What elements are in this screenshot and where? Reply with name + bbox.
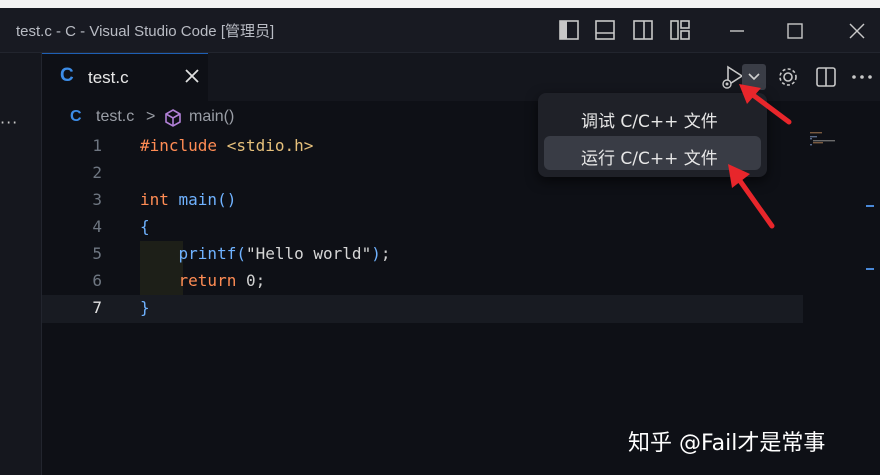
line-number: 3 bbox=[92, 190, 102, 209]
minimize-icon[interactable] bbox=[722, 16, 752, 46]
code-token: ) bbox=[371, 244, 381, 263]
customize-layout-icon[interactable] bbox=[668, 18, 692, 42]
layout-sidebar-right-icon[interactable] bbox=[631, 18, 655, 42]
line-number: 7 bbox=[92, 298, 102, 317]
code-token: printf bbox=[178, 244, 237, 263]
annotation-arrow-icon bbox=[739, 84, 792, 125]
watermark: 知乎 @Fail才是常事 bbox=[628, 431, 826, 456]
annotation-arrow-icon bbox=[728, 164, 775, 229]
scrollbar-marker bbox=[866, 268, 874, 270]
code-line[interactable]: 5 printf("Hello world"); bbox=[42, 240, 802, 267]
breadcrumb-symbol[interactable]: main() bbox=[189, 108, 234, 126]
line-number: 1 bbox=[92, 136, 102, 155]
code-token: main bbox=[178, 190, 218, 209]
split-editor-icon[interactable] bbox=[812, 63, 840, 91]
code-text: return 0; bbox=[140, 271, 266, 290]
menu-item-label: 运行 C/C++ 文件 bbox=[581, 149, 718, 169]
line-number: 4 bbox=[92, 217, 102, 236]
breadcrumb-c-icon: C bbox=[70, 108, 82, 125]
close-window-icon[interactable] bbox=[842, 16, 872, 46]
code-line[interactable]: 7} bbox=[42, 294, 802, 321]
code-token: { bbox=[140, 217, 150, 236]
menu-item-label: 调试 C/C++ 文件 bbox=[581, 112, 718, 132]
code-line[interactable]: 6 return 0; bbox=[42, 267, 802, 294]
code-token: <stdio.h> bbox=[226, 136, 314, 155]
breadcrumb-file[interactable]: test.c bbox=[96, 108, 134, 126]
code-line[interactable]: 3 int main() bbox=[42, 186, 802, 213]
top-strip bbox=[0, 0, 880, 8]
layout-sidebar-left-icon[interactable] bbox=[557, 18, 581, 42]
code-token: () bbox=[217, 190, 237, 209]
code-text: int main() bbox=[140, 190, 236, 209]
window-title: test.c - C - Visual Studio Code [管理员] bbox=[16, 23, 275, 40]
menu-item-debug-cpp[interactable]: 调试 C/C++ 文件 bbox=[544, 99, 761, 133]
line-number: 6 bbox=[92, 271, 102, 290]
code-token: } bbox=[140, 298, 150, 317]
close-tab-icon[interactable] bbox=[182, 66, 202, 86]
code-text: printf("Hello world"); bbox=[140, 244, 391, 263]
code-line[interactable]: 4{ bbox=[42, 213, 802, 240]
code-token: return bbox=[178, 271, 246, 290]
code-text: { bbox=[140, 217, 150, 236]
activity-more-icon[interactable]: ··· bbox=[0, 113, 18, 132]
minimap[interactable] bbox=[810, 132, 840, 152]
more-actions-icon[interactable] bbox=[848, 63, 876, 91]
line-number: 5 bbox=[92, 244, 102, 263]
code-text: } bbox=[140, 298, 150, 317]
code-token: "Hello world" bbox=[245, 244, 372, 263]
code-token: 0; bbox=[245, 271, 266, 290]
scrollbar-marker bbox=[866, 205, 874, 207]
layout-panel-icon[interactable] bbox=[593, 18, 617, 42]
code-token: ( bbox=[236, 244, 246, 263]
activity-bar: ··· bbox=[0, 53, 42, 475]
symbol-method-icon bbox=[165, 109, 181, 127]
maximize-icon[interactable] bbox=[780, 16, 810, 46]
code-token: int bbox=[140, 190, 179, 209]
tab-test-c[interactable]: C test.c bbox=[42, 53, 208, 102]
code-token: ; bbox=[380, 244, 391, 263]
c-file-icon: C bbox=[60, 65, 74, 86]
tab-label: test.c bbox=[88, 68, 129, 87]
title-bar: test.c - C - Visual Studio Code [管理员] bbox=[0, 8, 880, 53]
breadcrumb-separator: > bbox=[146, 108, 156, 125]
code-text: #include <stdio.h> bbox=[140, 136, 313, 155]
code-token: #include bbox=[140, 136, 227, 155]
line-number: 2 bbox=[92, 163, 102, 182]
